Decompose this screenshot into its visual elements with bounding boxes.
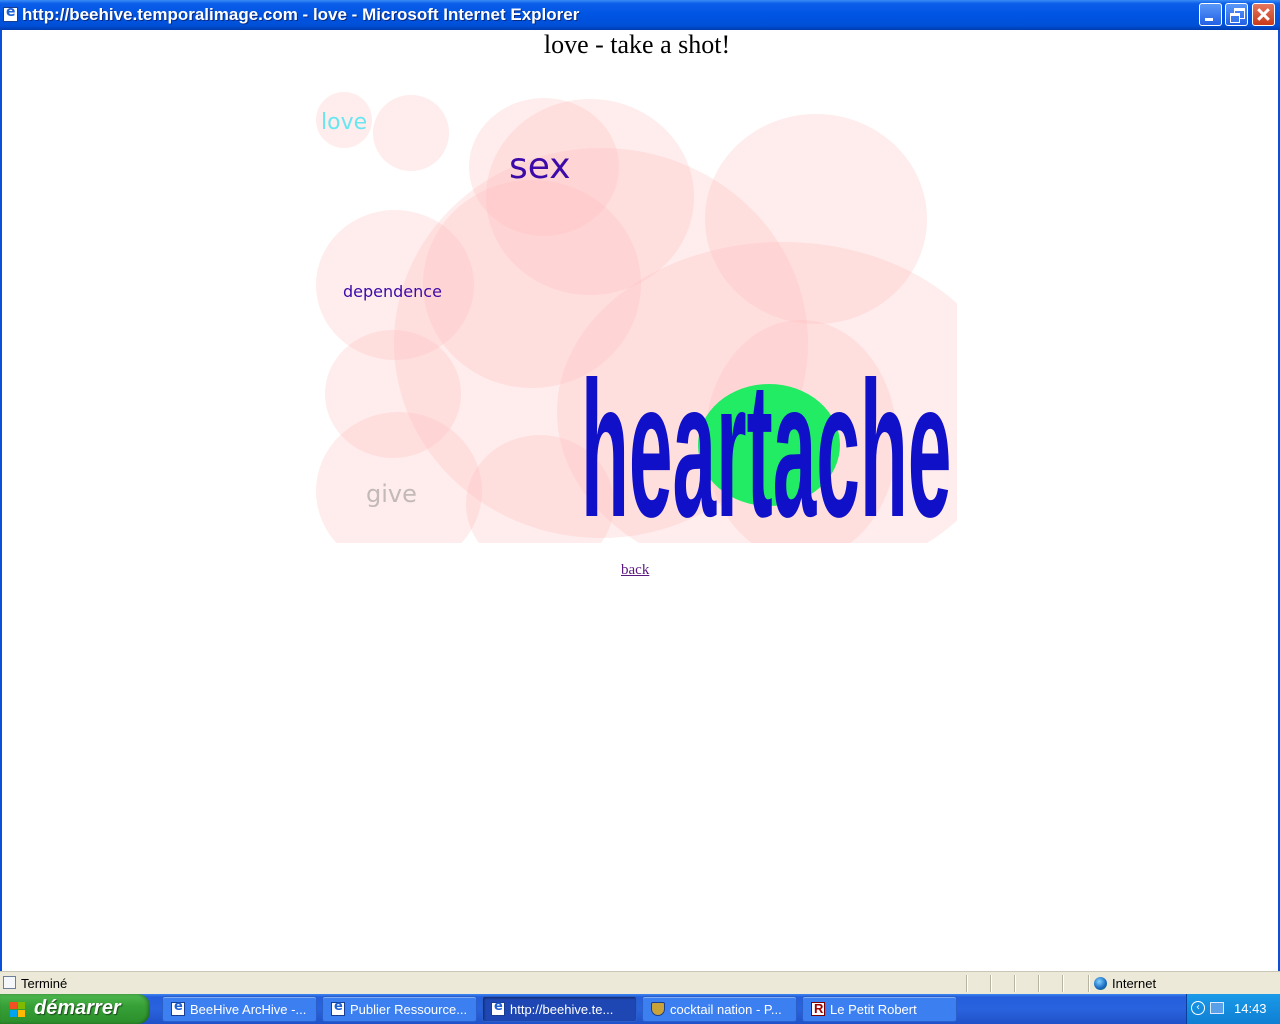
robert-icon [811,1001,825,1016]
word-heartache[interactable]: heartache [581,338,951,543]
status-divider [966,975,967,992]
status-divider [1014,975,1015,992]
bubble-circle [373,95,449,171]
cocktail-icon [651,1002,665,1016]
taskbar-item-beehive-love[interactable]: http://beehive.te... [482,996,637,1022]
clock[interactable]: 14:43 [1234,1001,1267,1016]
taskbar-item-label: cocktail nation - P... [670,1002,782,1017]
status-divider [1038,975,1039,992]
taskbar-item-label: BeeHive ArcHive -... [190,1002,307,1017]
network-icon[interactable] [1210,1002,1224,1014]
back-link[interactable]: back [621,562,649,579]
start-button[interactable]: démarrer [0,994,150,1024]
security-zone: Internet [1112,976,1157,991]
status-text: Terminé [21,976,68,991]
word-bubble-canvas: love sex dependence give heartache [316,62,957,543]
window-title: http://beehive.temporalimage.com - love … [22,5,580,24]
word-dependence[interactable]: dependence [343,282,442,301]
taskbar-item-label: Publier Ressource... [350,1002,468,1017]
taskbar-item-beehive-archive[interactable]: BeeHive ArcHive -... [162,996,317,1022]
ie-icon[interactable] [3,4,18,22]
restore-button[interactable] [1225,3,1248,26]
title-bar: http://beehive.temporalimage.com - love … [0,0,1280,30]
status-divider [1062,975,1063,992]
taskbar-item-label: Le Petit Robert [830,1002,917,1017]
status-divider [1088,975,1089,992]
taskbar: démarrer BeeHive ArcHive -... Publier Re… [0,994,1280,1024]
globe-icon [1094,977,1107,990]
close-button[interactable] [1252,3,1275,26]
taskbar-item-cocktail-nation[interactable]: cocktail nation - P... [642,996,797,1022]
ie-icon [491,999,505,1016]
status-divider [990,975,991,992]
taskbar-item-publier-ressource[interactable]: Publier Ressource... [322,996,477,1022]
system-tray: ‹ 14:43 [1186,994,1280,1024]
browser-content: love - take a shot! love sex dependence … [0,30,1280,971]
word-love[interactable]: love [321,110,367,135]
chevron-left-icon[interactable]: ‹ [1191,1001,1205,1015]
word-sex[interactable]: sex [509,146,571,187]
taskbar-item-label: http://beehive.te... [510,1002,614,1017]
minimize-button[interactable] [1199,3,1222,26]
word-give[interactable]: give [366,480,417,508]
ie-icon [331,999,345,1016]
start-label: démarrer [34,997,121,1019]
page-icon [3,976,16,989]
status-bar: Terminé Internet [0,971,1280,994]
taskbar-item-petit-robert[interactable]: Le Petit Robert [802,996,957,1022]
ie-icon [171,999,185,1016]
windows-flag-icon [10,1002,26,1018]
page-title: love - take a shot! [543,30,731,59]
